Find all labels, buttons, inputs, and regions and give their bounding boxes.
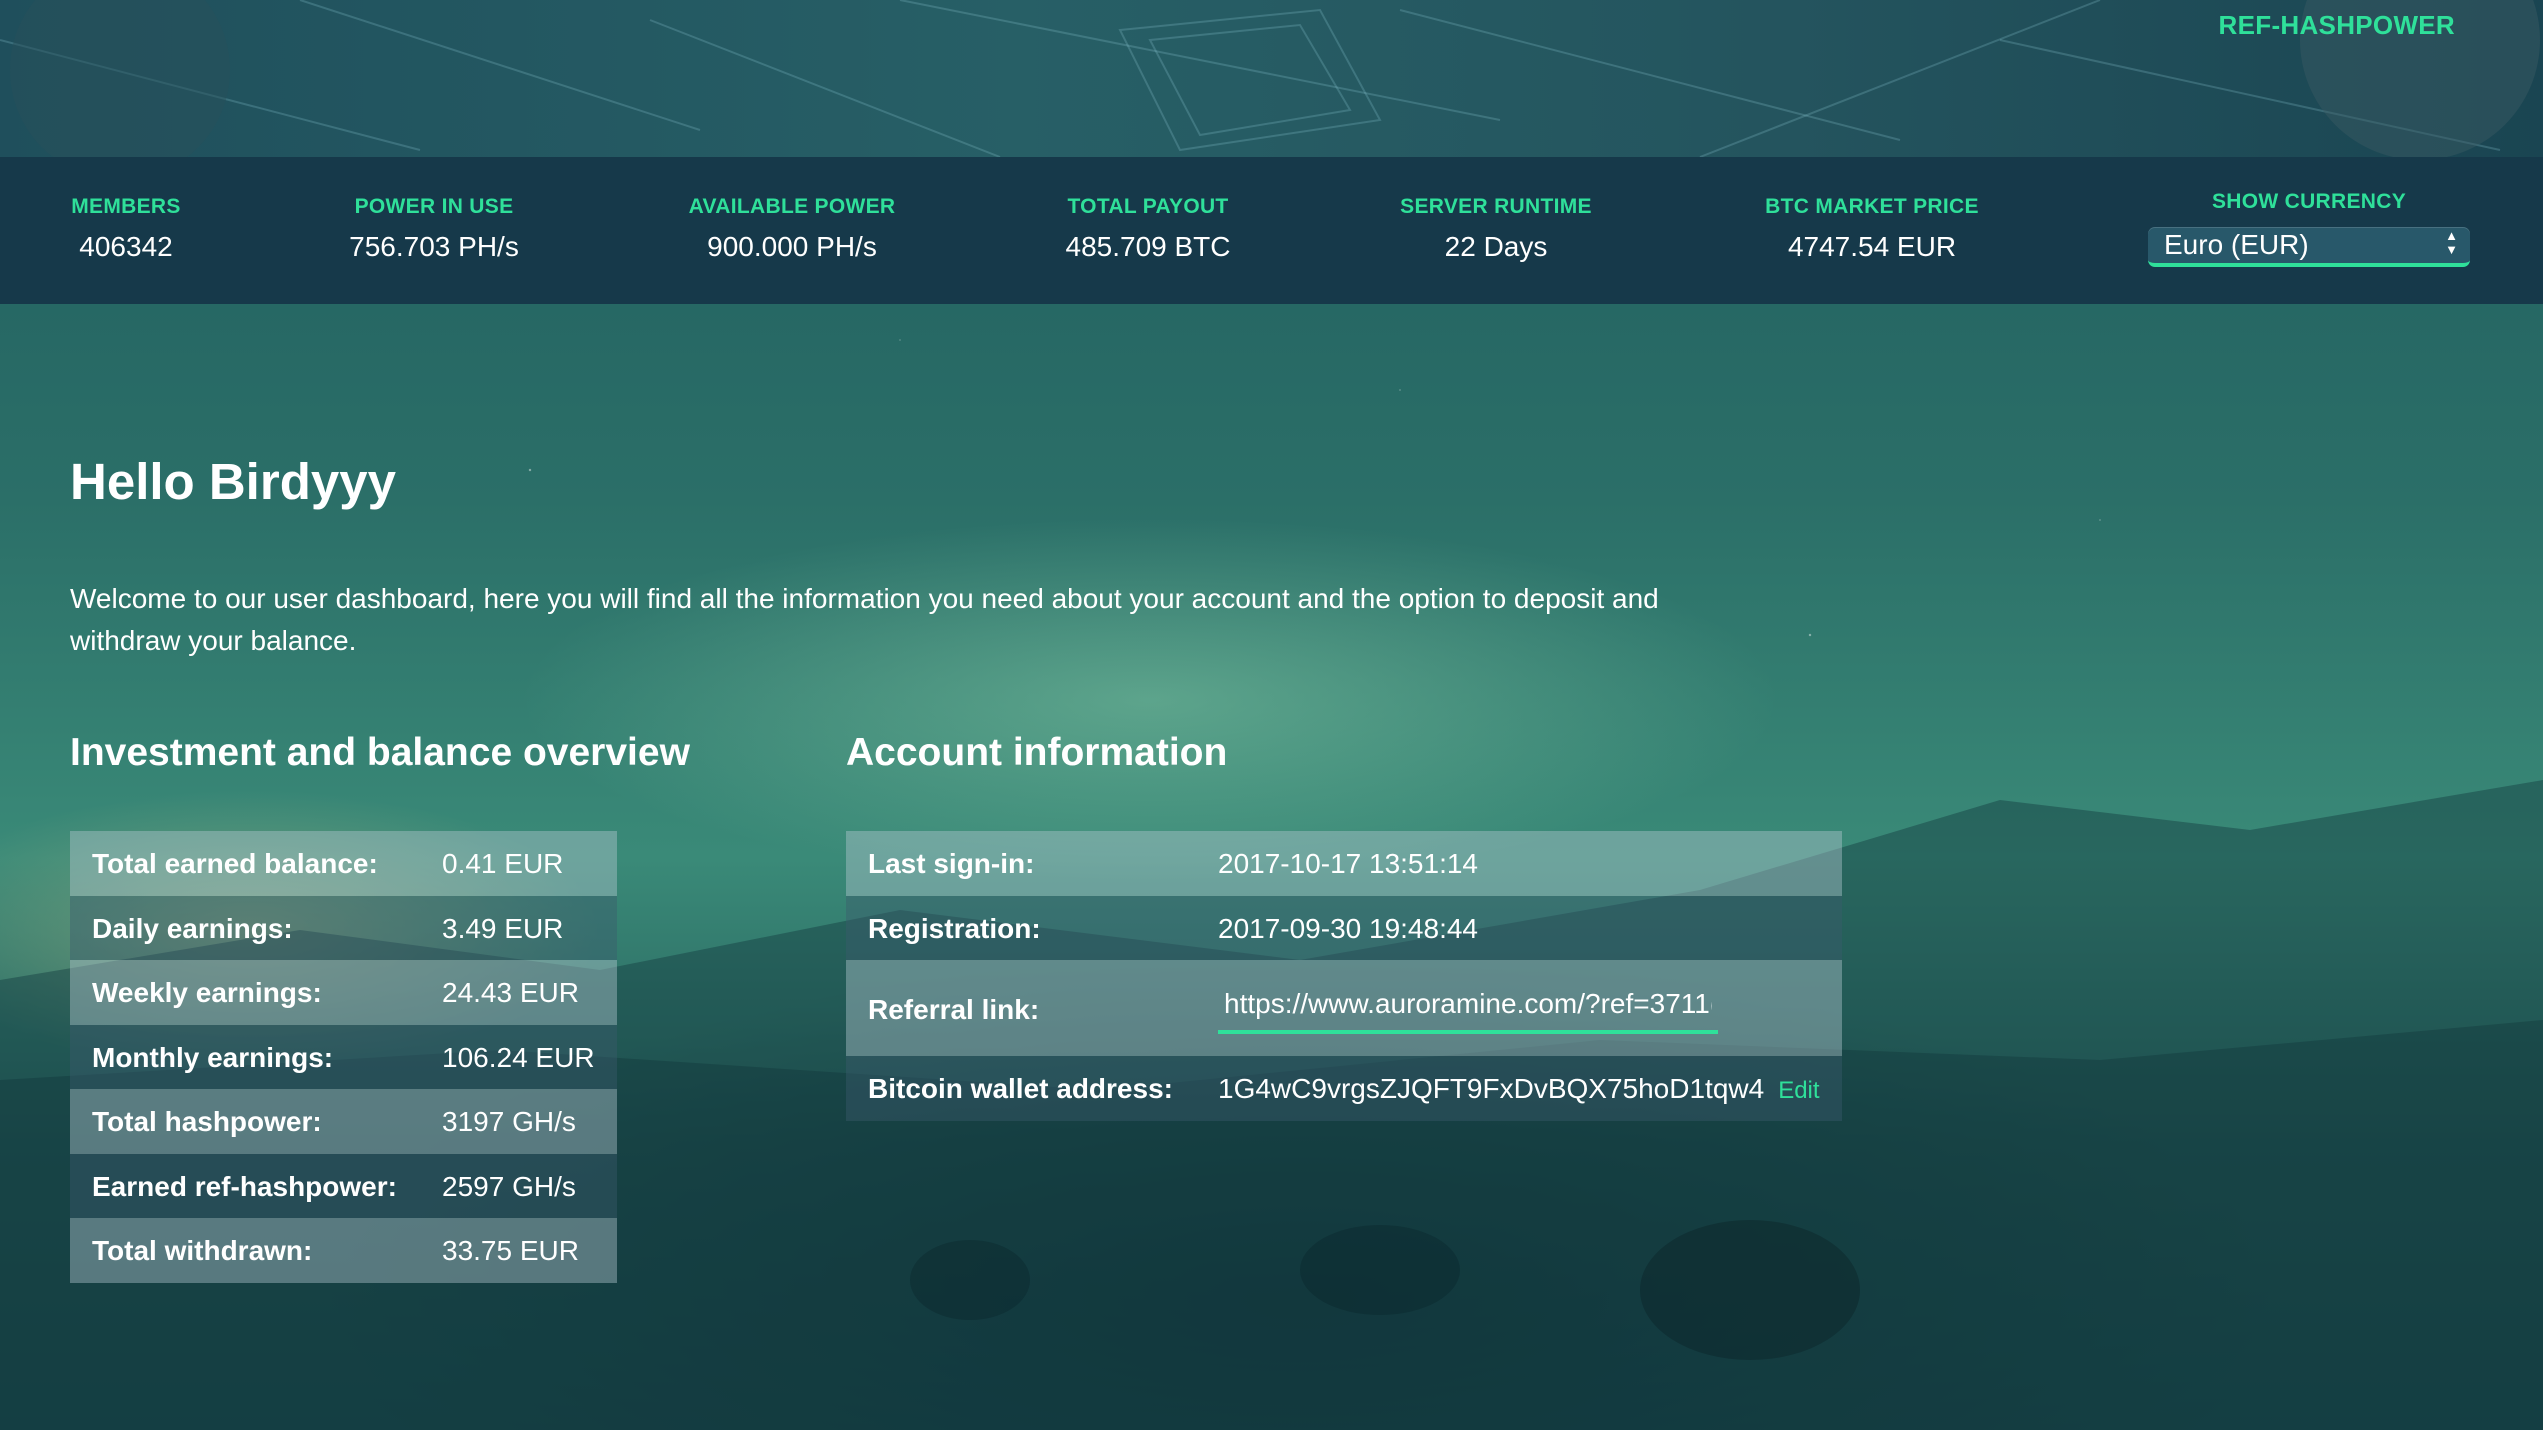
stat-btc-market-price: BTC MARKET PRICE 4747.54 EUR	[1722, 195, 2022, 263]
registration-row: Registration: 2017-09-30 19:48:44	[846, 895, 1842, 960]
row-value: 33.75 EUR	[442, 1235, 579, 1266]
investment-title: Investment and balance overview	[70, 731, 690, 774]
wallet-row: Bitcoin wallet address: 1G4wC9vrgsZJQFT9…	[846, 1056, 1842, 1121]
row-label: Weekly earnings:	[92, 977, 322, 1008]
row-label: Monthly earnings:	[92, 1041, 334, 1073]
currency-select[interactable]: Euro (EUR) ▲ ▼	[2148, 227, 2470, 267]
select-arrows-icon: ▲ ▼	[2445, 228, 2458, 257]
stat-label: SERVER RUNTIME	[1400, 195, 1592, 218]
row-value: 0.41 EUR	[442, 848, 564, 879]
investment-table: Total earned balance: 0.41 EUR Daily ear…	[70, 831, 617, 1283]
stat-server-runtime: SERVER RUNTIME 22 Days	[1366, 195, 1626, 263]
top-banner: REF-HASHPOWER	[0, 0, 2543, 157]
row-label: Referral link:	[868, 994, 1040, 1025]
stat-label: MEMBERS	[71, 195, 181, 218]
currency-selected-value: Euro (EUR)	[2164, 229, 2309, 260]
referral-row: Referral link:	[846, 960, 1842, 1056]
banner-circuit-graphic	[0, 0, 2540, 157]
row-label: Last sign-in:	[868, 848, 1035, 879]
currency-label: SHOW CURRENCY	[2211, 190, 2407, 213]
ref-hashpower-link[interactable]: REF-HASHPOWER	[2219, 10, 2455, 41]
row-value: 3197 GH/s	[442, 1106, 576, 1137]
stat-value: 406342	[79, 231, 173, 262]
stat-label: BTC MARKET PRICE	[1765, 195, 1979, 218]
table-row: Total withdrawn: 33.75 EUR	[70, 1218, 617, 1283]
table-row: Daily earnings: 3.49 EUR	[70, 895, 617, 960]
table-row: Total hashpower: 3197 GH/s	[70, 1089, 617, 1154]
edit-wallet-link[interactable]: Edit	[1778, 1077, 1819, 1104]
row-label: Total hashpower:	[92, 1106, 322, 1137]
table-row: Total earned balance: 0.41 EUR	[70, 831, 617, 896]
row-label: Earned ref-hashpower:	[92, 1170, 397, 1202]
wallet-value-group: 1G4wC9vrgsZJQFT9FxDvBQX75hoD1tqw4 Edit	[1218, 1073, 1820, 1105]
referral-link-field[interactable]	[1218, 978, 1718, 1034]
stat-power-in-use: POWER IN USE 756.703 PH/s	[314, 195, 554, 263]
currency-selector: SHOW CURRENCY Euro (EUR) ▲ ▼	[2148, 190, 2470, 267]
account-title: Account information	[846, 731, 1228, 774]
row-value: 3.49 EUR	[442, 912, 564, 944]
stat-value: 756.703 PH/s	[349, 231, 519, 262]
row-label: Total withdrawn:	[92, 1235, 313, 1266]
stat-members: MEMBERS 406342	[48, 195, 204, 263]
stat-value: 22 Days	[1444, 231, 1548, 262]
stat-total-payout: TOTAL PAYOUT 485.709 BTC	[1028, 195, 1268, 263]
row-label: Registration:	[868, 912, 1041, 944]
stat-label: POWER IN USE	[354, 195, 514, 218]
last-signin-value: 2017-10-17 13:51:14	[1218, 848, 1478, 879]
account-table: Last sign-in: 2017-10-17 13:51:14 Regist…	[846, 831, 1842, 1121]
stat-label: TOTAL PAYOUT	[1067, 195, 1229, 218]
registration-value: 2017-09-30 19:48:44	[1218, 912, 1478, 944]
stat-value: 485.709 BTC	[1065, 231, 1231, 262]
stat-label: AVAILABLE POWER	[688, 195, 896, 218]
background-stars	[0, 300, 2543, 800]
row-label: Bitcoin wallet address:	[868, 1073, 1173, 1104]
stat-value: 900.000 PH/s	[707, 231, 877, 262]
row-value: 24.43 EUR	[442, 977, 579, 1008]
row-label: Total earned balance:	[92, 848, 378, 879]
stat-value: 4747.54 EUR	[1787, 231, 1957, 262]
row-value: 106.24 EUR	[442, 1041, 595, 1073]
wallet-address: 1G4wC9vrgsZJQFT9FxDvBQX75hoD1tqw4	[1218, 1073, 1765, 1104]
table-row: Earned ref-hashpower: 2597 GH/s	[70, 1153, 617, 1218]
stats-bar: MEMBERS 406342 POWER IN USE 756.703 PH/s…	[0, 157, 2543, 304]
row-label: Daily earnings:	[92, 912, 293, 944]
table-row: Monthly earnings: 106.24 EUR	[70, 1024, 617, 1089]
table-row: Weekly earnings: 24.43 EUR	[70, 960, 617, 1025]
intro-text: Welcome to our user dashboard, here you …	[70, 583, 1659, 656]
greeting-heading: Hello Birdyyy	[70, 453, 396, 510]
row-value: 2597 GH/s	[442, 1170, 576, 1202]
stat-available-power: AVAILABLE POWER 900.000 PH/s	[662, 195, 922, 263]
last-signin-row: Last sign-in: 2017-10-17 13:51:14	[846, 831, 1842, 896]
